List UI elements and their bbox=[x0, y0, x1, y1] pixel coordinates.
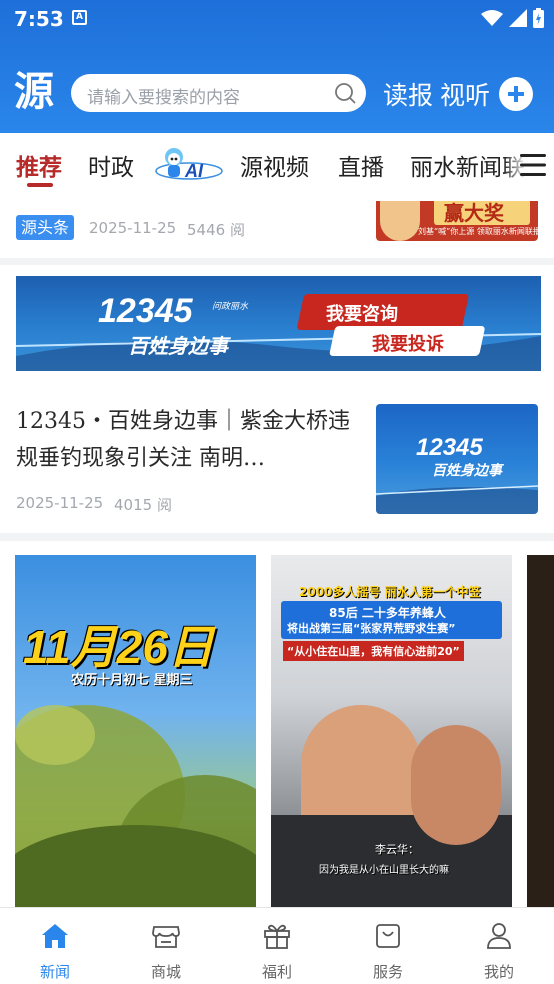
store-icon bbox=[152, 926, 180, 948]
article-date: 2025-11-25 bbox=[16, 494, 104, 512]
video-subhead-1: 85后 二十多年养蜂人 bbox=[329, 606, 446, 620]
nav-label: 服务 bbox=[372, 963, 403, 981]
ai-label: AI bbox=[184, 161, 204, 181]
menu-icon[interactable] bbox=[520, 152, 546, 178]
app-header: 7:53 A 源 请输入要搜索的内容 读报 视听 bbox=[0, 0, 554, 133]
complaint-button[interactable]: 我要投诉 bbox=[372, 330, 444, 356]
nav-label: 商城 bbox=[150, 963, 181, 981]
thumb-big-text: 赢大奖 bbox=[444, 201, 504, 225]
system-icons bbox=[481, 8, 544, 28]
search-box[interactable]: 请输入要搜索的内容 bbox=[71, 74, 366, 112]
news-thumbnail: 赢大奖 刘基“喊”你上源 领取丽水新闻联播社区奖 bbox=[376, 201, 538, 241]
nav-label: 新闻 bbox=[39, 963, 70, 981]
tab-politics[interactable]: 时政 bbox=[88, 148, 134, 182]
nav-label: 福利 bbox=[261, 963, 292, 981]
video-lunar-date: 农历十月初七 星期三 bbox=[71, 673, 193, 688]
bottom-navigation: 新闻 商城 福利 服务 我的 bbox=[0, 907, 554, 984]
thumb-slogan: 百姓身边事 bbox=[432, 463, 502, 479]
video-headline: 2000多人摇号 丽水人第一个中签 bbox=[299, 585, 481, 599]
tree-art bbox=[15, 705, 256, 907]
home-icon bbox=[42, 924, 68, 948]
nav-welfare[interactable]: 福利 bbox=[222, 908, 332, 984]
tab-live[interactable]: 直播 bbox=[338, 148, 384, 182]
nav-mall[interactable]: 商城 bbox=[111, 908, 221, 984]
article-thumbnail[interactable]: 12345 百姓身边事 bbox=[376, 404, 538, 514]
status-bar: 7:53 A bbox=[0, 0, 554, 40]
nav-profile[interactable]: 我的 bbox=[444, 908, 554, 984]
thumb-number: 12345 bbox=[416, 434, 483, 461]
news-feed: 源头条 2025-11-25 5446 阅 赢大奖 刘基“喊”你上源 领取丽水新… bbox=[0, 201, 554, 907]
plus-icon bbox=[508, 86, 524, 102]
banner-number: 12345 bbox=[98, 292, 193, 330]
news-views: 5446 阅 bbox=[187, 221, 245, 239]
promo-banner[interactable]: 12345 问政丽水 百姓身边事 我要咨询 我要投诉 bbox=[16, 276, 541, 371]
gift-icon bbox=[264, 924, 290, 949]
read-paper-link[interactable]: 读报 bbox=[383, 76, 433, 112]
video-card[interactable]: 11月26日 农历十月初七 星期三 bbox=[15, 555, 256, 907]
video-card[interactable]: 2000多人摇号 丽水人第一个中签 85后 二十多年养蜂人 将出战第三届“张家界… bbox=[271, 555, 512, 907]
tab-ai[interactable]: AI bbox=[155, 143, 223, 183]
channel-tabs: 推荐 时政 AI 源视频 直播 丽水新闻联播 bbox=[0, 133, 554, 201]
nav-news[interactable]: 新闻 bbox=[0, 908, 110, 984]
app-logo[interactable]: 源 bbox=[14, 70, 62, 114]
news-date: 2025-11-25 bbox=[89, 219, 177, 237]
search-icon[interactable] bbox=[334, 82, 356, 104]
nav-service[interactable]: 服务 bbox=[333, 908, 443, 984]
notification-icon: A bbox=[72, 10, 87, 25]
thumb-caption: 刘基“喊”你上源 领取丽水新闻联播社区奖 bbox=[418, 227, 538, 236]
wifi-icon bbox=[481, 10, 503, 26]
article-title[interactable]: 12345・百姓身边事｜紫金大桥违规垂钓现象引关注 南明… bbox=[16, 403, 356, 477]
status-time: 7:53 bbox=[14, 7, 64, 31]
audio-video-link[interactable]: 视听 bbox=[440, 76, 490, 112]
article-card[interactable]: 12345 问政丽水 百姓身边事 我要咨询 我要投诉 12345・百姓身边事｜紫… bbox=[0, 265, 554, 533]
signal-icon bbox=[509, 9, 527, 27]
battery-icon bbox=[533, 8, 544, 28]
video-date-title: 11月26日 bbox=[23, 621, 214, 673]
news-item-top[interactable]: 源头条 2025-11-25 5446 阅 赢大奖 刘基“喊”你上源 领取丽水新… bbox=[0, 201, 554, 258]
tab-recommend[interactable]: 推荐 bbox=[16, 148, 62, 182]
video-speaker: 李云华： bbox=[375, 843, 419, 856]
banner-art bbox=[16, 294, 541, 371]
video-quote: “从小住在山里，我有信心进前20” bbox=[283, 641, 464, 661]
search-placeholder: 请输入要搜索的内容 bbox=[87, 88, 240, 108]
nav-label: 我的 bbox=[483, 963, 514, 981]
tab-source-video[interactable]: 源视频 bbox=[240, 148, 309, 182]
source-badge: 源头条 bbox=[16, 215, 75, 240]
active-tab-indicator bbox=[27, 183, 53, 187]
video-subtitle: 因为我是从小在山里长大的嘛 bbox=[319, 865, 449, 876]
add-button[interactable] bbox=[499, 77, 533, 111]
consult-button[interactable]: 我要咨询 bbox=[326, 300, 398, 326]
user-icon bbox=[487, 923, 511, 949]
article-views: 4015 阅 bbox=[114, 496, 172, 514]
ai-mascot-icon: AI bbox=[155, 148, 223, 181]
banner-tag: 问政丽水 bbox=[212, 302, 249, 312]
video-subhead-2: 将出战第三届“张家界荒野求生赛” bbox=[287, 622, 456, 635]
banner-slogan: 百姓身边事 bbox=[128, 334, 228, 358]
video-card[interactable] bbox=[527, 555, 554, 907]
video-strip: 11月26日 农历十月初七 星期三 2000多人摇号 丽水人第一个中签 85后 … bbox=[0, 541, 554, 907]
bag-icon bbox=[376, 924, 400, 948]
